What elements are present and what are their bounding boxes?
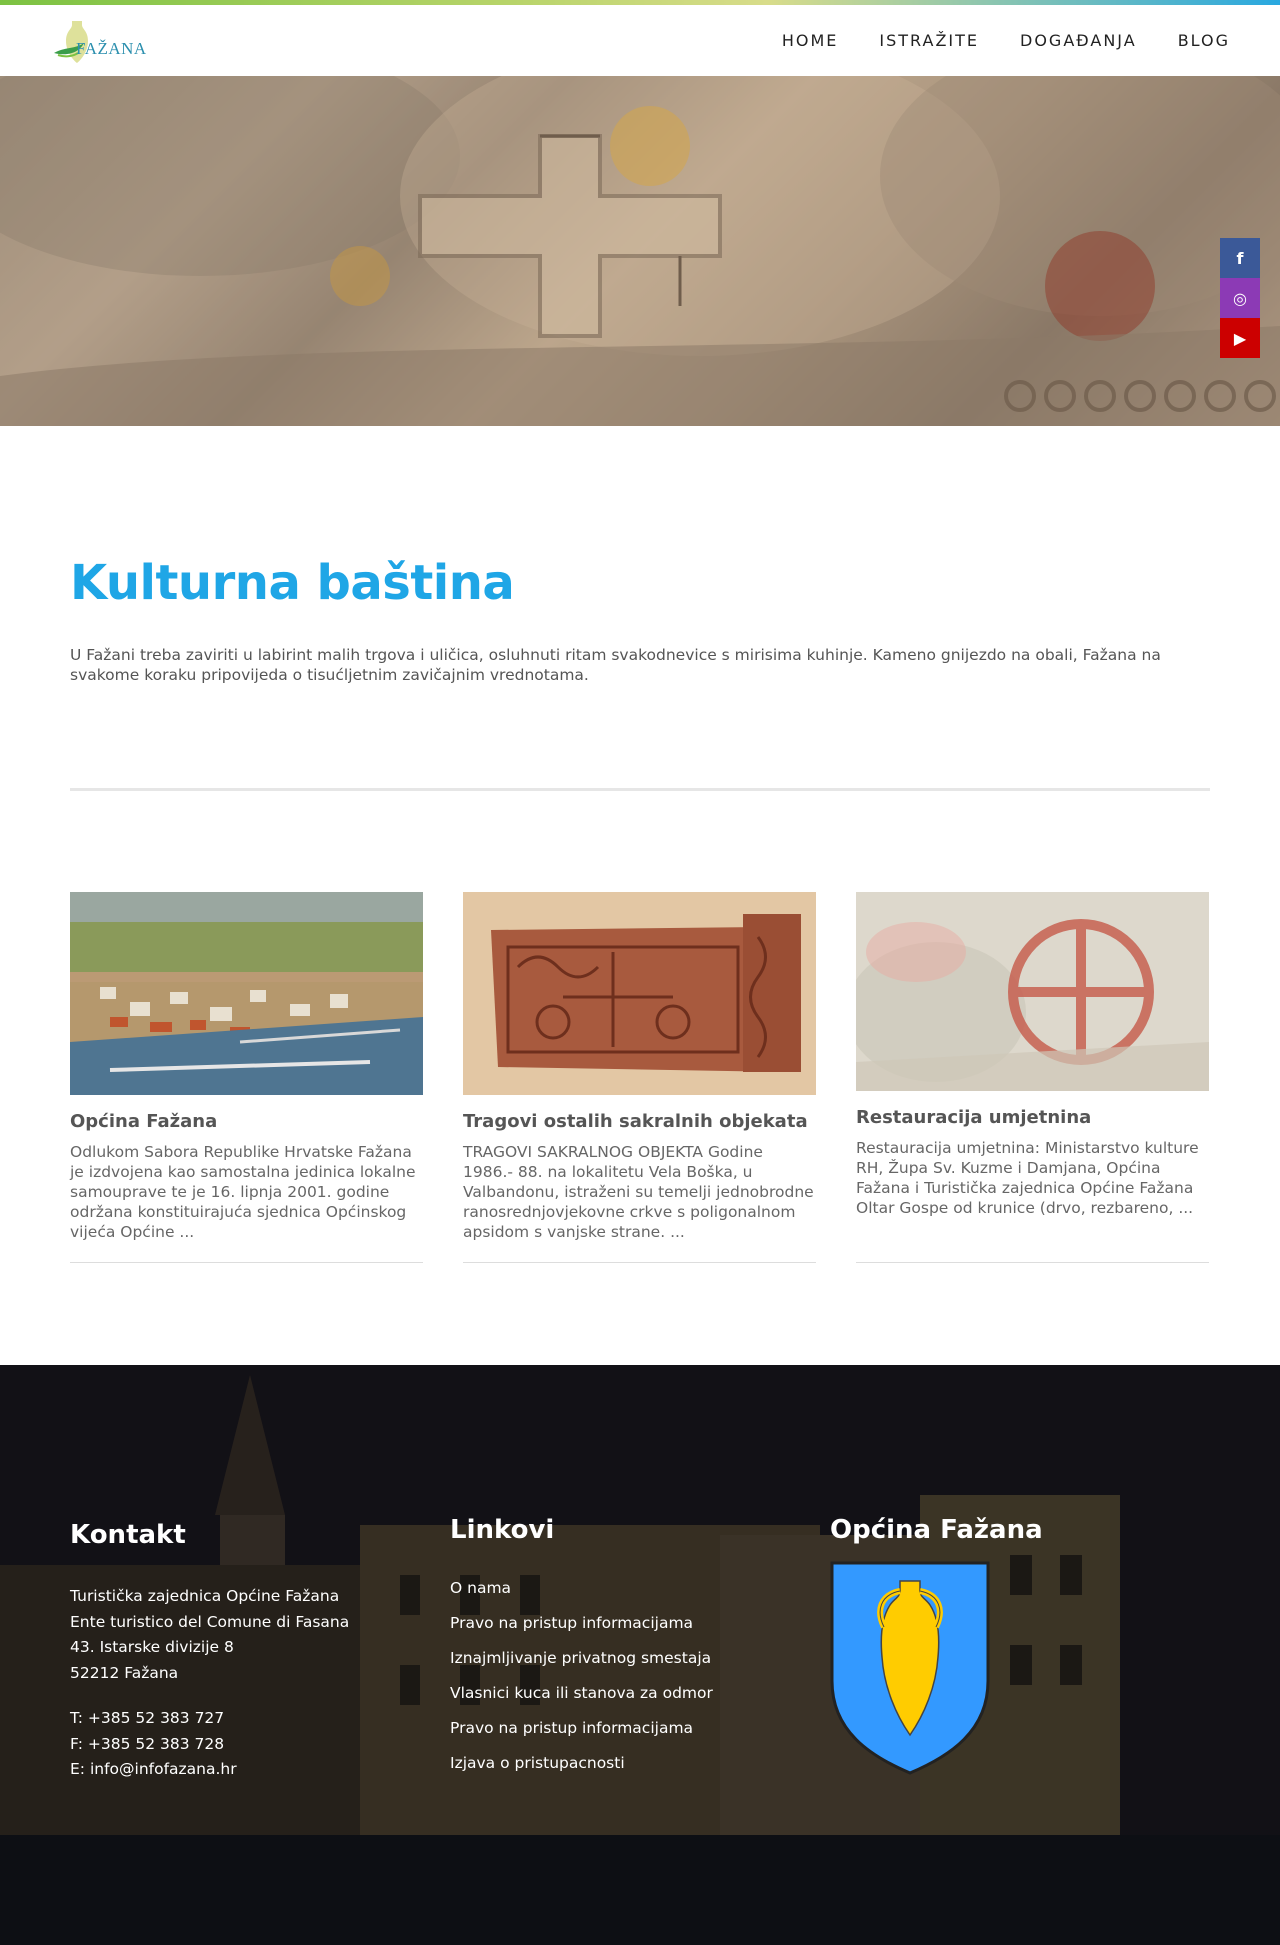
contact-fax: F: +385 52 383 728 bbox=[70, 1734, 225, 1753]
card-excerpt-more: Oltar Gospe od krunice (drvo, rezbareno,… bbox=[856, 1199, 1194, 1217]
card-image-carved-stone[interactable] bbox=[463, 892, 816, 1095]
card-image-fresco-cross[interactable] bbox=[856, 892, 1209, 1091]
coat-of-arms-icon bbox=[830, 1561, 990, 1775]
nav-blog[interactable]: BLOG bbox=[1178, 31, 1230, 50]
site-header: FAŽANA HOME ISTRAŽITE DOGAĐANJA BLOG bbox=[0, 5, 1280, 76]
main-nav: HOME ISTRAŽITE DOGAĐANJA BLOG bbox=[782, 31, 1230, 50]
intro-text: U Fažani treba zaviriti u labirint malih… bbox=[70, 646, 1161, 684]
page-title: Kulturna baština bbox=[70, 555, 515, 611]
hero-image-art bbox=[0, 76, 1280, 426]
contact-email[interactable]: E: info@infofazana.hr bbox=[70, 1757, 390, 1783]
site-logo[interactable]: FAŽANA bbox=[52, 11, 152, 71]
social-sidebar: f ◎ ▶ bbox=[1220, 238, 1260, 358]
footer-links-title: Linkovi bbox=[450, 1515, 555, 1545]
footer-links: Linkovi O nama Pravo na pristup informac… bbox=[450, 1515, 790, 1781]
intro-section: Kulturna baština U Fažani treba zaviriti… bbox=[70, 555, 1210, 685]
card-excerpt: Restauracija umjetnina: Ministarstvo kul… bbox=[856, 1138, 1209, 1218]
card-restauracija[interactable]: Restauracija umjetnina Restauracija umje… bbox=[856, 892, 1209, 1263]
card-image-art bbox=[70, 892, 423, 1095]
footer-link-pristup-informacijama[interactable]: Pravo na pristup informacijama bbox=[450, 1614, 693, 1632]
contact-line: 52212 Fažana bbox=[70, 1663, 179, 1682]
card-tragovi[interactable]: Tragovi ostalih sakralnih objekata TRAGO… bbox=[463, 892, 816, 1263]
youtube-icon[interactable]: ▶ bbox=[1220, 318, 1260, 358]
site-footer: Kontakt Turistička zajednica Općine Faža… bbox=[0, 1365, 1280, 1945]
contact-line: Ente turistico del Comune di Fasana bbox=[70, 1612, 350, 1631]
card-excerpt: Odlukom Sabora Republike Hrvatske Fažana… bbox=[70, 1143, 416, 1241]
footer-link-iznajmljivanje[interactable]: Iznajmljivanje privatnog smestaja bbox=[450, 1649, 711, 1667]
nav-dogadanja[interactable]: DOGAĐANJA bbox=[1020, 31, 1137, 50]
card-excerpt: TRAGOVI SAKRALNOG OBJEKTA Godine 1986.- … bbox=[463, 1143, 814, 1241]
card-title[interactable]: Općina Fažana bbox=[70, 1111, 423, 1132]
instagram-icon[interactable]: ◎ bbox=[1220, 278, 1260, 318]
card-image-aerial-town[interactable] bbox=[70, 892, 423, 1095]
card-title[interactable]: Restauracija umjetnina bbox=[856, 1107, 1209, 1128]
nav-istrazite[interactable]: ISTRAŽITE bbox=[879, 31, 979, 50]
hero-stone-image bbox=[0, 76, 1280, 426]
card-image-art bbox=[463, 892, 816, 1095]
logo-text: FAŽANA bbox=[76, 38, 147, 58]
footer-link-izjava[interactable]: Izjava o pristupacnosti bbox=[450, 1754, 625, 1772]
card-opcina-fazana[interactable]: Općina Fažana Odlukom Sabora Republike H… bbox=[70, 892, 423, 1263]
contact-line: 43. Istarske divizije 8 bbox=[70, 1638, 234, 1656]
article-cards: Općina Fažana Odlukom Sabora Republike H… bbox=[70, 892, 1210, 1263]
contact-phone[interactable]: T: +385 52 383 727 bbox=[70, 1706, 390, 1732]
facebook-icon[interactable]: f bbox=[1220, 238, 1260, 278]
footer-opcina-title: Općina Fažana bbox=[830, 1515, 1043, 1545]
section-divider bbox=[70, 788, 1210, 791]
card-image-art bbox=[856, 892, 1209, 1091]
nav-home[interactable]: HOME bbox=[782, 31, 839, 50]
footer-link-o-nama[interactable]: O nama bbox=[450, 1579, 511, 1597]
footer-contact: Kontakt Turistička zajednica Općine Faža… bbox=[70, 1520, 390, 1783]
footer-link-vlasnici[interactable]: Vlasnici kuca ili stanova za odmor bbox=[450, 1684, 713, 1702]
card-excerpt-text: Restauracija umjetnina: Ministarstvo kul… bbox=[856, 1139, 1199, 1197]
card-title[interactable]: Tragovi ostalih sakralnih objekata bbox=[463, 1111, 816, 1132]
contact-line: Turistička zajednica Općine Fažana bbox=[70, 1587, 340, 1605]
footer-contact-title: Kontakt bbox=[70, 1520, 186, 1550]
footer-link-pristup-informacijama-2[interactable]: Pravo na pristup informacijama bbox=[450, 1719, 693, 1737]
footer-opcina: Općina Fažana bbox=[830, 1515, 1190, 1776]
